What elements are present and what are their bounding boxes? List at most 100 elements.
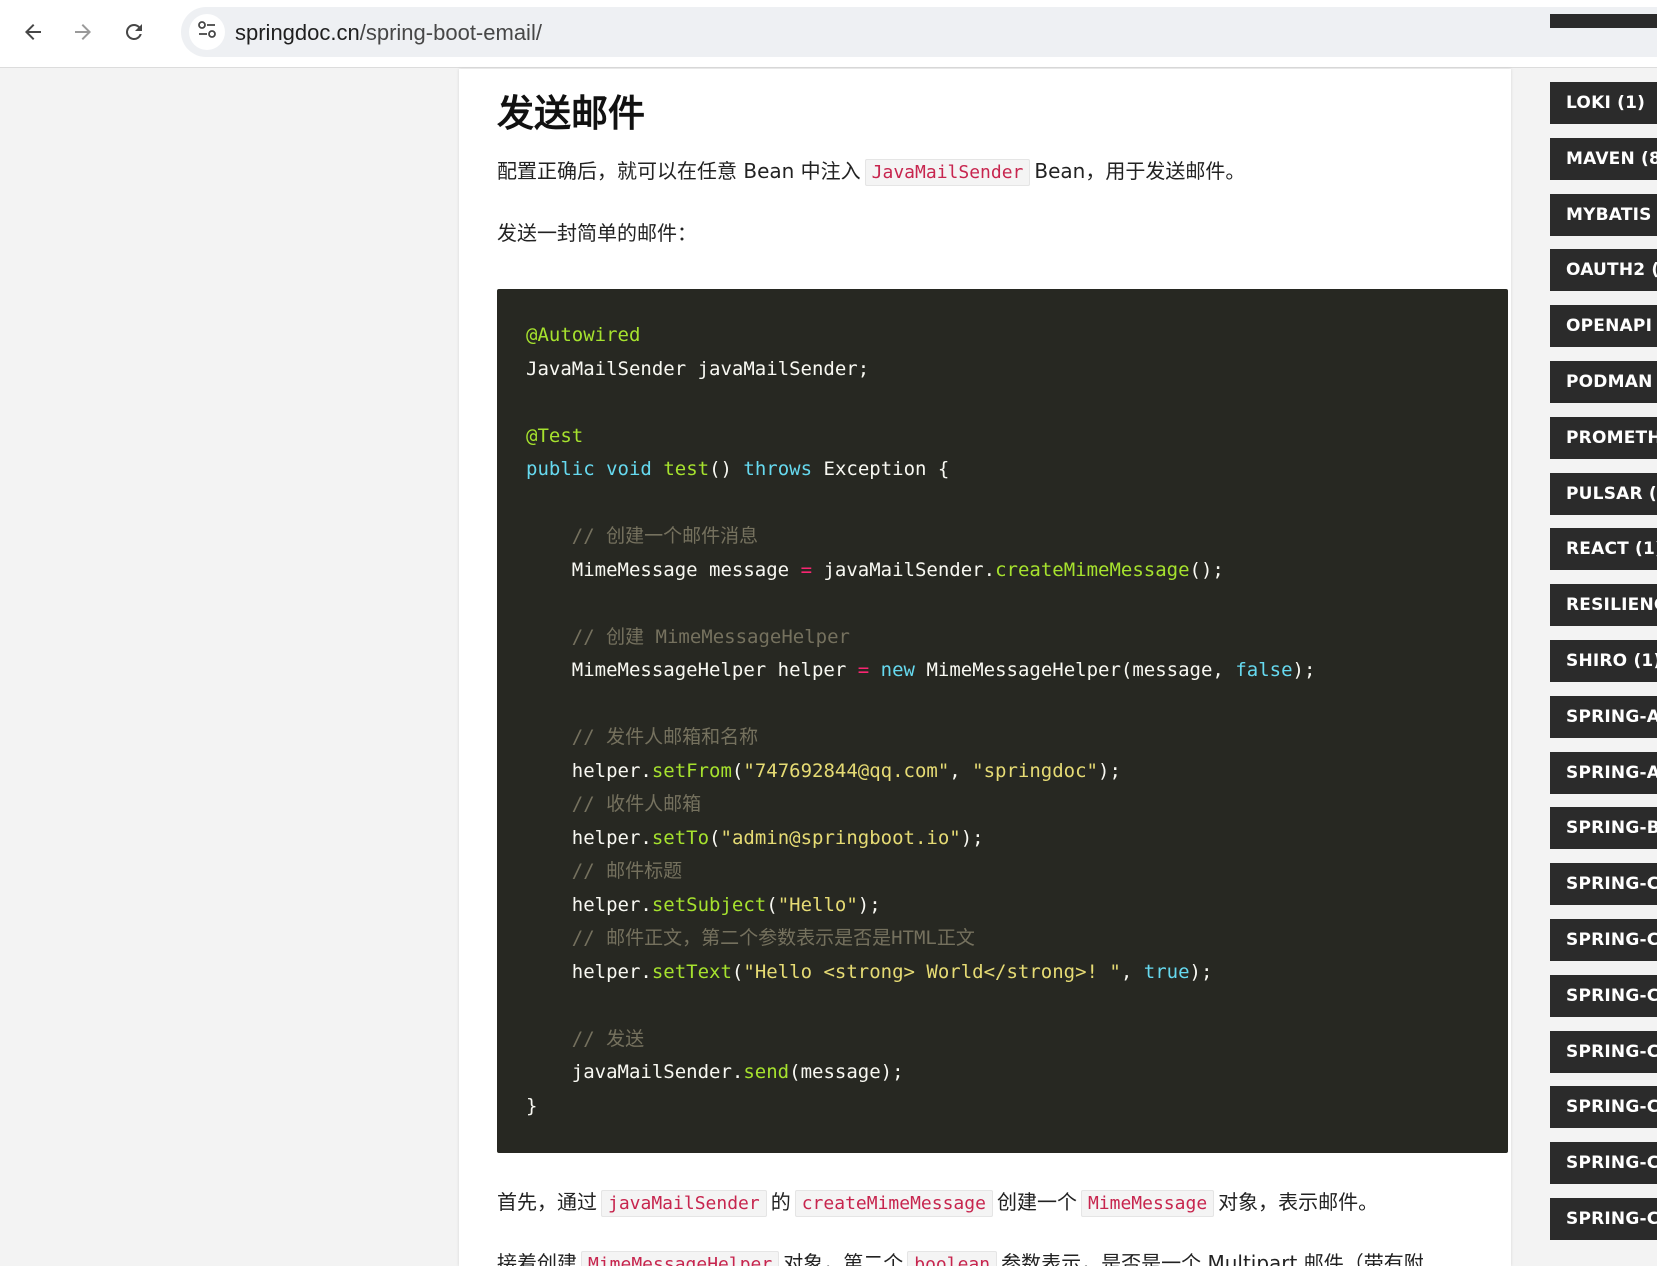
code-comment: // 创建一个邮件消息: [571, 525, 759, 547]
code-token: createMimeMessage: [995, 558, 1190, 581]
code-token: (): [709, 458, 732, 480]
tag-item[interactable]: SPRING-AU: [1550, 752, 1657, 794]
inline-code: boolean: [907, 1251, 998, 1266]
site-info-button[interactable]: [189, 14, 225, 50]
article-content: 发送邮件 配置正确后，就可以在任意 Bean 中注入 JavaMailSender…: [459, 69, 1511, 1266]
code-token: new: [880, 659, 915, 681]
code-token: MimeMessageHelper helper: [571, 659, 847, 681]
intro-paragraph: 配置正确后，就可以在任意 Bean 中注入 JavaMailSender Bean，…: [497, 155, 1246, 186]
code-token: test: [663, 458, 710, 480]
tag-item[interactable]: SPRING-CL: [1550, 975, 1657, 1017]
code-token: "Hello <strong> World</strong>! ": [743, 960, 1121, 983]
code-token: "747692844@qq.com": [743, 759, 950, 782]
code-token: javaMailSender.: [823, 558, 996, 581]
tag-item[interactable]: MYBATIS (: [1550, 194, 1657, 236]
tag-item[interactable]: SPRING-CL: [1550, 1142, 1657, 1184]
code-token: false: [1235, 659, 1293, 681]
paragraph-text: 接着创建: [497, 1251, 577, 1266]
url-text[interactable]: springdoc.cn/spring-boot-email/: [235, 20, 542, 46]
reload-icon: [122, 20, 146, 44]
code-token: helper.: [571, 893, 652, 916]
code-token: (message);: [789, 1061, 904, 1083]
code-token: MimeMessageHelper(message,: [926, 659, 1224, 681]
code-token: void: [606, 458, 652, 480]
inline-code: createMimeMessage: [794, 1190, 993, 1217]
intro-text: Bean，用于发送邮件。: [1034, 159, 1246, 183]
code-token: @Autowired: [526, 324, 641, 346]
url-path: /spring-boot-email/: [359, 20, 542, 45]
reload-button[interactable]: [114, 12, 154, 52]
address-bar[interactable]: springdoc.cn/spring-boot-email/: [181, 7, 1657, 57]
code-comment: // 收件人邮箱: [571, 793, 702, 815]
code-token: =: [800, 558, 813, 581]
code-block[interactable]: @Autowired JavaMailSender javaMailSender…: [497, 289, 1508, 1153]
code-comment: // 发送: [571, 1027, 645, 1050]
code-token: }: [526, 1094, 538, 1117]
code-comment: // 邮件正文，第二个参数表示是否是HTML正文: [571, 927, 975, 949]
paragraph-text: 创建一个: [996, 1190, 1077, 1214]
code-token: helper.: [571, 960, 652, 983]
tag-item[interactable]: OAUTH2 (1: [1550, 249, 1657, 291]
tune-icon: [196, 19, 218, 46]
tag-item[interactable]: SPRING-CL: [1550, 1198, 1657, 1240]
browser-toolbar: springdoc.cn/spring-boot-email/: [0, 0, 1657, 68]
section-heading: 发送邮件: [497, 92, 645, 135]
tag-item[interactable]: REACT (1): [1550, 528, 1657, 570]
code-token: helper.: [571, 759, 652, 782]
tag-item[interactable]: SHIRO (1): [1550, 640, 1657, 682]
paragraph-text: 的: [770, 1190, 791, 1214]
code-comment: // 发件人邮箱和名称: [571, 726, 759, 748]
code-token: public: [526, 458, 595, 480]
code-token: );: [1292, 659, 1316, 681]
explain-paragraph: 首先，通过 javaMailSender 的 createMimeMessage 创建一…: [497, 1186, 1379, 1217]
code-token: true: [1143, 960, 1190, 983]
tag-item[interactable]: PROMETHE: [1550, 417, 1657, 459]
code-token: send: [743, 1061, 790, 1083]
simple-mail-label: 发送一封简单的邮件：: [497, 221, 697, 245]
inline-code: javaMailSender: [601, 1190, 767, 1217]
paragraph-text: 参数表示，是否是一个 Multipart 邮件（带有附: [1001, 1251, 1424, 1266]
code-token: @Test: [526, 424, 584, 447]
code-token: "springdoc": [972, 759, 1099, 782]
back-button[interactable]: [13, 12, 53, 52]
code-token: "admin@springboot.io": [720, 826, 961, 849]
tag-item[interactable]: SPRING-CL: [1550, 919, 1657, 961]
arrow-right-icon: [71, 20, 95, 44]
paragraph-text: 对象，第二个: [783, 1251, 904, 1266]
code-token: throws: [743, 458, 813, 480]
tag-item[interactable]: SPRING-CL: [1550, 863, 1657, 905]
paragraph-text: 对象，表示邮件。: [1218, 1190, 1379, 1214]
tag-item-partial[interactable]: [1550, 14, 1657, 28]
tag-item[interactable]: SPRING-BA: [1550, 807, 1657, 849]
tag-item[interactable]: OPENAPI (: [1550, 305, 1657, 347]
code-token: "Hello": [777, 893, 858, 916]
code-text: @Autowired JavaMailSender javaMailSender…: [526, 324, 1316, 1117]
code-token: setText: [651, 960, 732, 983]
code-token: Exception {: [823, 458, 950, 480]
code-comment: // 邮件标题: [571, 860, 683, 882]
paragraph-text: 首先，通过: [497, 1190, 597, 1214]
tag-item[interactable]: SPRING-CL: [1550, 1086, 1657, 1128]
code-token: MimeMessage message: [571, 558, 790, 581]
tag-item[interactable]: RESILIENC: [1550, 584, 1657, 626]
code-token: ();: [1189, 558, 1224, 581]
code-token: JavaMailSender javaMailSender;: [526, 357, 870, 380]
tag-item[interactable]: PODMAN (: [1550, 361, 1657, 403]
tag-item[interactable]: SPRING-AI: [1550, 696, 1657, 738]
code-token: setSubject: [651, 893, 767, 916]
code-comment: // 创建 MimeMessageHelper: [571, 625, 850, 648]
inline-code: MimeMessageHelper: [581, 1251, 780, 1266]
code-token: setFrom: [651, 759, 732, 782]
forward-button[interactable]: [63, 12, 103, 52]
tag-item[interactable]: PULSAR (1: [1550, 473, 1657, 515]
tag-item[interactable]: SPRING-CL: [1550, 1031, 1657, 1073]
tag-item[interactable]: MAVEN (8): [1550, 138, 1657, 180]
tag-item[interactable]: LOKI (1): [1550, 82, 1657, 124]
intro-text: 配置正确后，就可以在任意 Bean 中注入: [497, 159, 861, 183]
arrow-left-icon: [21, 20, 45, 44]
code-token: =: [857, 659, 870, 681]
inline-code: MimeMessage: [1080, 1190, 1215, 1217]
inline-code: JavaMailSender: [864, 159, 1031, 186]
code-token: setTo: [651, 826, 710, 849]
next-paragraph: 接着创建 MimeMessageHelper 对象，第二个 boolean 参数表示，是…: [497, 1247, 1424, 1266]
